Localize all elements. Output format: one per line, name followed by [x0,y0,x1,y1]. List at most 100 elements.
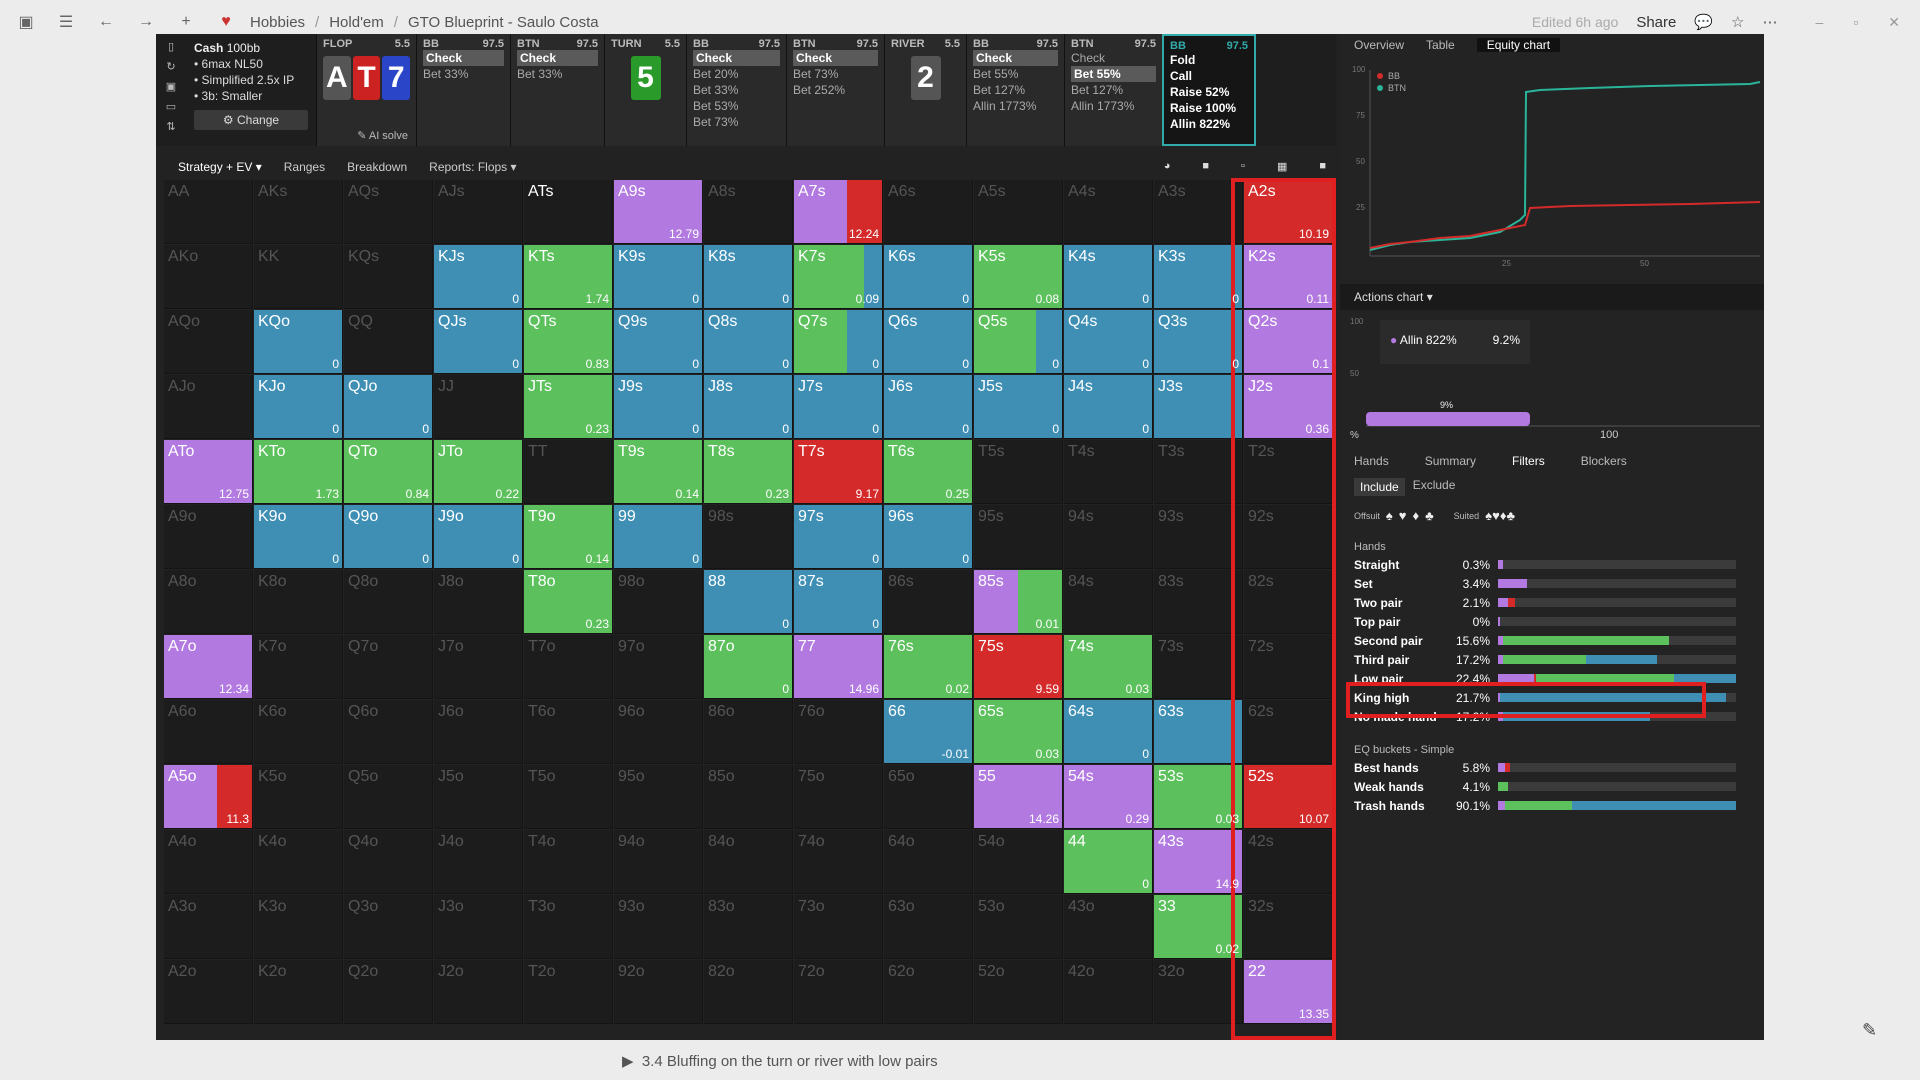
star-icon[interactable]: ☆ [1731,13,1744,31]
hand-cell-a7s[interactable]: A7s 12.24 [794,180,883,244]
action-block-5[interactable]: BB 97.5 Check Bet 55% Bet 127% Allin 1773… [966,34,1064,146]
hand-cell-76o[interactable]: 76o [794,700,883,764]
hand-cell-66[interactable]: 66 -0.01 [884,700,973,764]
hand-cell-85s[interactable]: 85s 0.01 [974,570,1063,634]
hand-cell-93s[interactable]: 93s [1154,505,1243,569]
hand-cell-63s[interactable]: 63s [1154,700,1243,764]
hand-cell-42o[interactable]: 42o [1064,960,1153,1024]
eq-bucket-row[interactable]: Trash hands 90.1% [1340,796,1764,815]
hand-cell-77[interactable]: 77 14.96 [794,635,883,699]
hand-cell-q6o[interactable]: Q6o [344,700,433,764]
square-view-icon[interactable]: ■ [1202,160,1209,173]
refresh-icon[interactable]: ↻ [166,60,175,73]
hand-cell-ats[interactable]: ATs [524,180,613,244]
hand-cell-t9o[interactable]: T9o 0.14 [524,505,613,569]
exclude-toggle[interactable]: Exclude [1413,478,1456,496]
hand-cell-q4o[interactable]: Q4o [344,830,433,894]
hand-cell-j5s[interactable]: J5s 0 [974,375,1063,439]
hand-cell-j8s[interactable]: J8s 0 [704,375,793,439]
actions-chart-dropdown[interactable]: Actions chart ▾ [1340,284,1764,310]
diamond-icon[interactable]: ♦ [1412,508,1419,523]
hand-cell-a8s[interactable]: A8s [704,180,793,244]
save-icon[interactable]: ▣ [166,80,176,93]
close-icon[interactable]: ✕ [1888,14,1900,31]
hand-cell-a6o[interactable]: A6o [164,700,253,764]
hand-cell-k5o[interactable]: K5o [254,765,343,829]
hand-cell-54o[interactable]: 54o [974,830,1063,894]
ai-solve-button[interactable]: ✎ AI solve [357,129,408,142]
add-icon[interactable]: + [172,8,200,36]
hand-cell-65o[interactable]: 65o [884,765,973,829]
hand-cell-74s[interactable]: 74s 0.03 [1064,635,1153,699]
hand-cell-aa[interactable]: AA [164,180,253,244]
hand-cell-t5s[interactable]: T5s [974,440,1063,504]
hand-cell-j3s[interactable]: J3s [1154,375,1243,439]
hand-cell-t8s[interactable]: T8s 0.23 [704,440,793,504]
hand-cell-k6s[interactable]: K6s 0 [884,245,973,309]
hand-cell-97s[interactable]: 97s 0 [794,505,883,569]
hand-cell-95o[interactable]: 95o [614,765,703,829]
hand-cell-75s[interactable]: 75s 9.59 [974,635,1063,699]
hand-cell-j2o[interactable]: J2o [434,960,523,1024]
hand-category-row[interactable]: Set 3.4% [1340,574,1764,593]
action-block-7[interactable]: BB 97.5 Fold Call Raise 52% Raise 100% Al… [1162,34,1256,146]
river-block[interactable]: RIVER 5.5 2 [884,34,966,146]
hand-cell-kqo[interactable]: KQo 0 [254,310,343,374]
hand-cell-kk[interactable]: KK [254,245,343,309]
hand-cell-43s[interactable]: 43s 14.9 [1154,830,1243,894]
hand-cell-j5o[interactable]: J5o [434,765,523,829]
hand-category-row[interactable]: Top pair 0% [1340,612,1764,631]
hand-cell-k7o[interactable]: K7o [254,635,343,699]
tab-filters[interactable]: Filters [1512,454,1545,468]
full-view-icon[interactable]: ■ [1319,160,1326,173]
forward-arrow-icon[interactable]: → [132,8,160,36]
maximize-icon[interactable]: ▫ [1853,14,1858,31]
hand-cell-t6s[interactable]: T6s 0.25 [884,440,973,504]
hand-category-row[interactable]: Second pair 15.6% [1340,631,1764,650]
hand-cell-a7o[interactable]: A7o 12.34 [164,635,253,699]
hand-cell-86o[interactable]: 86o [704,700,793,764]
hand-cell-a3s[interactable]: A3s [1154,180,1243,244]
breadcrumb-holdem[interactable]: Hold'em [329,14,384,31]
tab-hands[interactable]: Hands [1354,454,1389,468]
hand-cell-73s[interactable]: 73s [1154,635,1243,699]
hand-cell-72o[interactable]: 72o [794,960,883,1024]
hand-cell-98o[interactable]: 98o [614,570,703,634]
hand-cell-qto[interactable]: QTo 0.84 [344,440,433,504]
hand-cell-84s[interactable]: 84s [1064,570,1153,634]
hand-cell-q3o[interactable]: Q3o [344,895,433,959]
hand-cell-j4s[interactable]: J4s 0 [1064,375,1153,439]
hand-cell-97o[interactable]: 97o [614,635,703,699]
hand-cell-jto[interactable]: JTo 0.22 [434,440,523,504]
hand-cell-54s[interactable]: 54s 0.29 [1064,765,1153,829]
hand-cell-98s[interactable]: 98s [704,505,793,569]
hand-cell-j6o[interactable]: J6o [434,700,523,764]
hand-cell-96s[interactable]: 96s 0 [884,505,973,569]
club-icon[interactable]: ♣ [1425,508,1434,523]
hand-cell-87s[interactable]: 87s 0 [794,570,883,634]
hand-cell-t5o[interactable]: T5o [524,765,613,829]
menu-icon[interactable]: ☰ [52,8,80,36]
tab-equity-chart[interactable]: Equity chart [1476,38,1561,52]
tab-summary[interactable]: Summary [1425,454,1476,468]
notion-logo-icon[interactable]: ▣ [12,8,40,36]
hand-cell-a3o[interactable]: A3o [164,895,253,959]
include-toggle[interactable]: Include [1354,478,1405,496]
pie-view-icon[interactable]: ◕ [1164,160,1171,173]
tab-overview[interactable]: Overview [1354,38,1404,52]
hand-cell-tt[interactable]: TT [524,440,613,504]
action-block-4[interactable]: BTN 97.5 Check Bet 73% Bet 252% [786,34,884,146]
hand-cell-t4s[interactable]: T4s [1064,440,1153,504]
hand-cell-a5o[interactable]: A5o 11.3 [164,765,253,829]
hand-cell-43o[interactable]: 43o [1064,895,1153,959]
toggle-caption[interactable]: ▶ 3.4 Bluffing on the turn or river with… [622,1052,938,1070]
hand-cell-j9s[interactable]: J9s 0 [614,375,703,439]
hand-cell-t3s[interactable]: T3s [1154,440,1243,504]
hand-cell-q5s[interactable]: Q5s 0 [974,310,1063,374]
hand-cell-64o[interactable]: 64o [884,830,973,894]
hand-cell-52o[interactable]: 52o [974,960,1063,1024]
hand-cell-q6s[interactable]: Q6s 0 [884,310,973,374]
hand-cell-75o[interactable]: 75o [794,765,883,829]
hand-cell-a5s[interactable]: A5s [974,180,1063,244]
hand-cell-q9o[interactable]: Q9o 0 [344,505,433,569]
